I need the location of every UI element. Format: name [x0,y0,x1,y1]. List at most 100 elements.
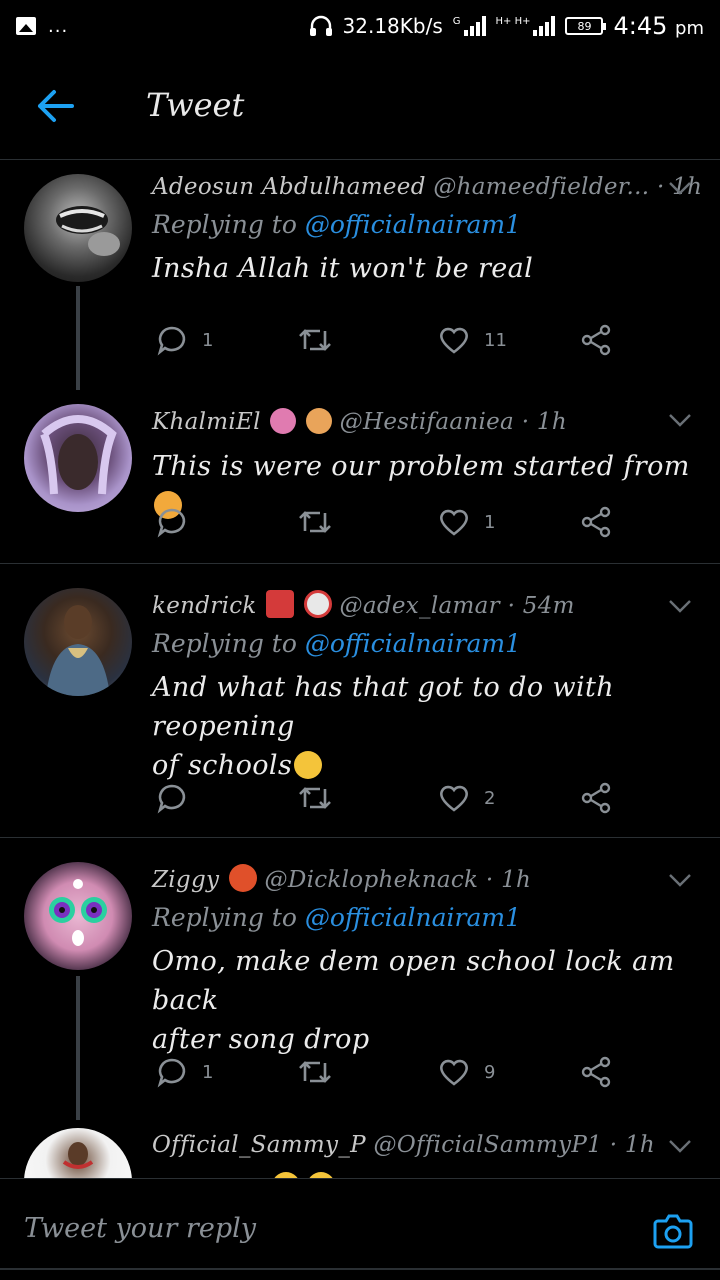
nerd-face-emoji-icon [294,751,323,779]
reply-button[interactable] [156,502,202,542]
headphones-icon [309,15,332,36]
avatar[interactable] [24,404,132,512]
mention-link[interactable]: @officialnairam1 [305,903,521,932]
retweet-icon [299,329,331,351]
tweet-text: Omo, make dem open school lock am back a… [152,946,675,1055]
author-handle[interactable]: @Dicklopheknack [265,867,479,893]
author-name[interactable]: Ziggy [152,867,219,893]
battery-icon: 89 [565,17,607,35]
chevron-down-icon[interactable] [668,872,692,888]
author-name[interactable]: Official_Sammy_P [152,1132,366,1158]
like-button[interactable]: 1 [438,502,495,542]
devil-emoji-icon [228,864,257,892]
avatar[interactable] [24,862,132,970]
network-speed: 32.18Kb/s [342,14,443,38]
heart-icon [440,1059,468,1086]
share-icon [581,782,611,814]
tweet-time: · 1h [485,867,532,893]
more-notifications-icon: ... [48,15,69,37]
tweet-text: Insha Allah it won't be real [152,253,534,284]
tweet-item[interactable]: Adeosun Abdulhameed @hameedfielder... · … [0,160,720,390]
author-handle[interactable]: @Hestifaaniea [340,409,514,435]
like-button[interactable]: 2 [438,778,495,818]
tweet-item[interactable]: Official_Sammy_P @OfficialSammyP1 · 1h [0,1120,720,1178]
back-arrow-icon[interactable] [36,88,76,124]
thread-line [76,286,80,390]
avatar[interactable] [24,174,132,282]
chevron-down-icon[interactable] [668,180,692,196]
emoji-icon [306,408,333,434]
image-notification-icon [16,17,36,35]
tweet-text: And what has that got to do with reopeni… [152,672,615,781]
reply-button[interactable] [156,778,202,818]
reply-input[interactable]: Tweet your reply [24,1213,256,1244]
retweet-icon [299,1061,331,1083]
app-header: Tweet [0,52,720,160]
mention-link[interactable]: @officialnairam1 [305,210,521,239]
retweet-button[interactable] [298,320,332,360]
reply-composer: Tweet your reply [0,1178,720,1280]
reply-icon [157,326,186,356]
share-button[interactable] [580,502,612,542]
like-count: 11 [484,329,507,351]
chevron-down-icon[interactable] [668,598,692,614]
chevron-down-icon[interactable] [668,1138,692,1154]
retweet-button[interactable] [298,502,332,542]
author-handle[interactable]: @adex_lamar [340,593,500,619]
heart-icon [440,327,468,354]
tweet-actions: 1 11 [152,320,632,360]
tweet-meta: Ziggy @Dicklopheknack · 1h [152,864,700,893]
tweet-actions: 1 9 [152,1052,632,1092]
camera-icon[interactable] [652,1211,694,1251]
reply-icon [157,1058,186,1088]
share-icon [581,1056,611,1088]
tweet-item[interactable]: kendrick @adex_lamar · 54m Replying to @… [0,564,720,838]
share-button[interactable] [580,1052,612,1092]
author-handle[interactable]: @hameedfielder... [433,174,649,200]
mention-link[interactable]: @officialnairam1 [305,629,521,658]
like-count: 2 [484,787,496,809]
heart-icon [440,509,468,536]
heart-icon [440,785,468,812]
like-button[interactable]: 11 [438,320,507,360]
emoji-icon [270,408,297,434]
tweet-item[interactable]: Ziggy @Dicklopheknack · 1h Replying to @… [0,838,720,1120]
share-button[interactable] [580,320,612,360]
replying-to: Replying to @officialnairam1 [152,903,521,932]
tweet-meta: Adeosun Abdulhameed @hameedfielder... · … [152,174,702,200]
status-bar: ... 32.18Kb/s G H+ H+ 89 4:45 pm [0,0,720,52]
share-icon [581,324,611,356]
author-handle[interactable]: @OfficialSammyP1 [374,1132,603,1158]
thread-line [76,976,80,1120]
author-name[interactable]: Adeosun Abdulhameed [152,174,426,200]
author-name[interactable]: kendrick [152,593,257,619]
share-button[interactable] [580,778,612,818]
hundred-emoji-icon [266,590,295,618]
author-name[interactable]: KhalmiEl [152,409,261,435]
avatar[interactable] [24,1128,132,1178]
retweet-icon [299,787,331,809]
clock: 4:45 pm [613,12,704,40]
reply-button[interactable]: 1 [156,320,213,360]
avatar[interactable] [24,588,132,696]
tweet-time: · 1h [609,1132,655,1158]
like-count: 1 [484,511,496,533]
retweet-icon [299,511,331,533]
tweet-item[interactable]: KhalmiEl @Hestifaaniea · 1h This is were… [0,390,720,564]
tweet-meta: KhalmiEl @Hestifaaniea · 1h [152,408,700,435]
tweet-meta: kendrick @adex_lamar · 54m [152,590,700,619]
reply-count: 1 [202,329,214,351]
reply-count: 1 [202,1061,214,1083]
page-title: Tweet [146,86,245,124]
reply-button[interactable]: 1 [156,1052,213,1092]
tweet-time: · 54m [507,593,575,619]
retweet-button[interactable] [298,1052,332,1092]
chevron-down-icon[interactable] [668,412,692,428]
retweet-button[interactable] [298,778,332,818]
replying-to: Replying to @officialnairam1 [152,629,521,658]
signal-1-icon: G [453,16,486,36]
eighteen-emoji-icon [303,590,332,618]
replying-to: Replying to @officialnairam1 [152,210,521,239]
reply-feed[interactable]: Adeosun Abdulhameed @hameedfielder... · … [0,160,720,1178]
like-button[interactable]: 9 [438,1052,495,1092]
